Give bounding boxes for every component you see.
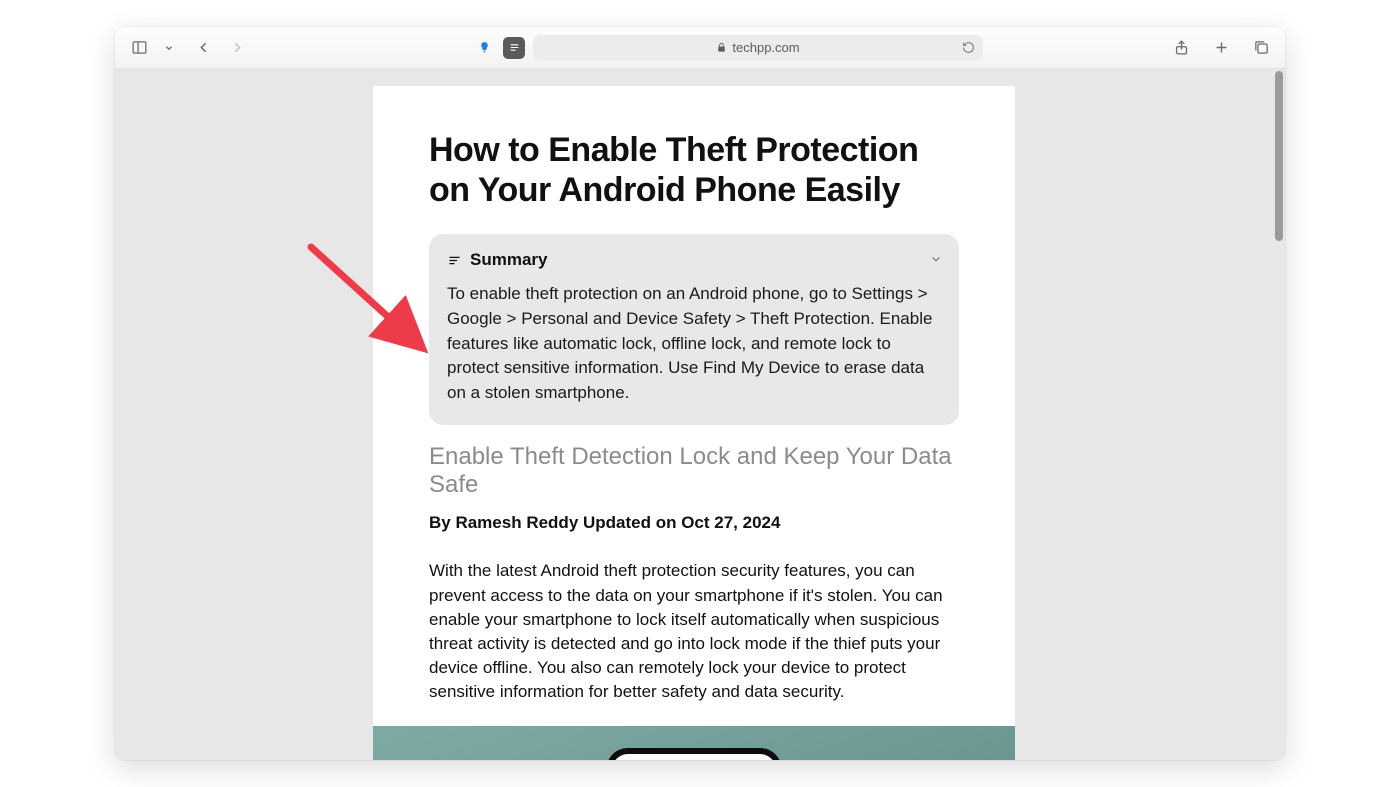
lock-icon	[716, 42, 727, 53]
summary-box: Summary To enable theft protection on an…	[429, 234, 959, 425]
reader-article: How to Enable Theft Protection on Your A…	[373, 86, 1015, 760]
nav-forward-button[interactable]	[223, 34, 251, 62]
share-button[interactable]	[1167, 34, 1195, 62]
article-paragraph: With the latest Android theft protection…	[429, 559, 959, 704]
summary-collapse-button[interactable]	[929, 252, 943, 271]
reader-mode-button[interactable]	[503, 37, 525, 59]
address-bar[interactable]: techpp.com	[533, 35, 983, 61]
article-byline: By Ramesh Reddy Updated on Oct 27, 2024	[429, 513, 959, 533]
reload-button[interactable]	[962, 41, 975, 54]
summary-header: Summary	[447, 250, 941, 270]
address-bar-domain: techpp.com	[732, 40, 799, 55]
nav-back-button[interactable]	[189, 34, 217, 62]
phone-app-bar: Theft protection	[612, 754, 776, 760]
article-title: How to Enable Theft Protection on Your A…	[429, 130, 959, 210]
phone-screen: Theft protection	[612, 754, 776, 760]
scrollbar-track[interactable]	[1275, 71, 1283, 760]
scrollbar-thumb[interactable]	[1275, 71, 1283, 241]
browser-window: techpp.com How to Enable Theft Protectio…	[115, 27, 1285, 760]
browser-viewport: How to Enable Theft Protection on Your A…	[115, 69, 1285, 760]
summary-icon	[447, 253, 462, 268]
toolbar-right-group	[1167, 34, 1275, 62]
browser-toolbar: techpp.com	[115, 27, 1285, 69]
new-tab-button[interactable]	[1207, 34, 1235, 62]
summary-text: To enable theft protection on an Android…	[447, 282, 941, 405]
sidebar-menu-chevron-icon[interactable]	[155, 34, 183, 62]
hero-image: Theft protection	[373, 726, 1015, 760]
article-subtitle: Enable Theft Detection Lock and Keep You…	[429, 443, 959, 499]
summary-label: Summary	[470, 250, 547, 270]
tabs-overview-button[interactable]	[1247, 34, 1275, 62]
extension-bulb-icon[interactable]	[473, 37, 495, 59]
sidebar-toggle-button[interactable]	[125, 34, 153, 62]
phone-mockup: Theft protection	[606, 748, 782, 760]
sidebar-toggle-group	[125, 34, 183, 62]
